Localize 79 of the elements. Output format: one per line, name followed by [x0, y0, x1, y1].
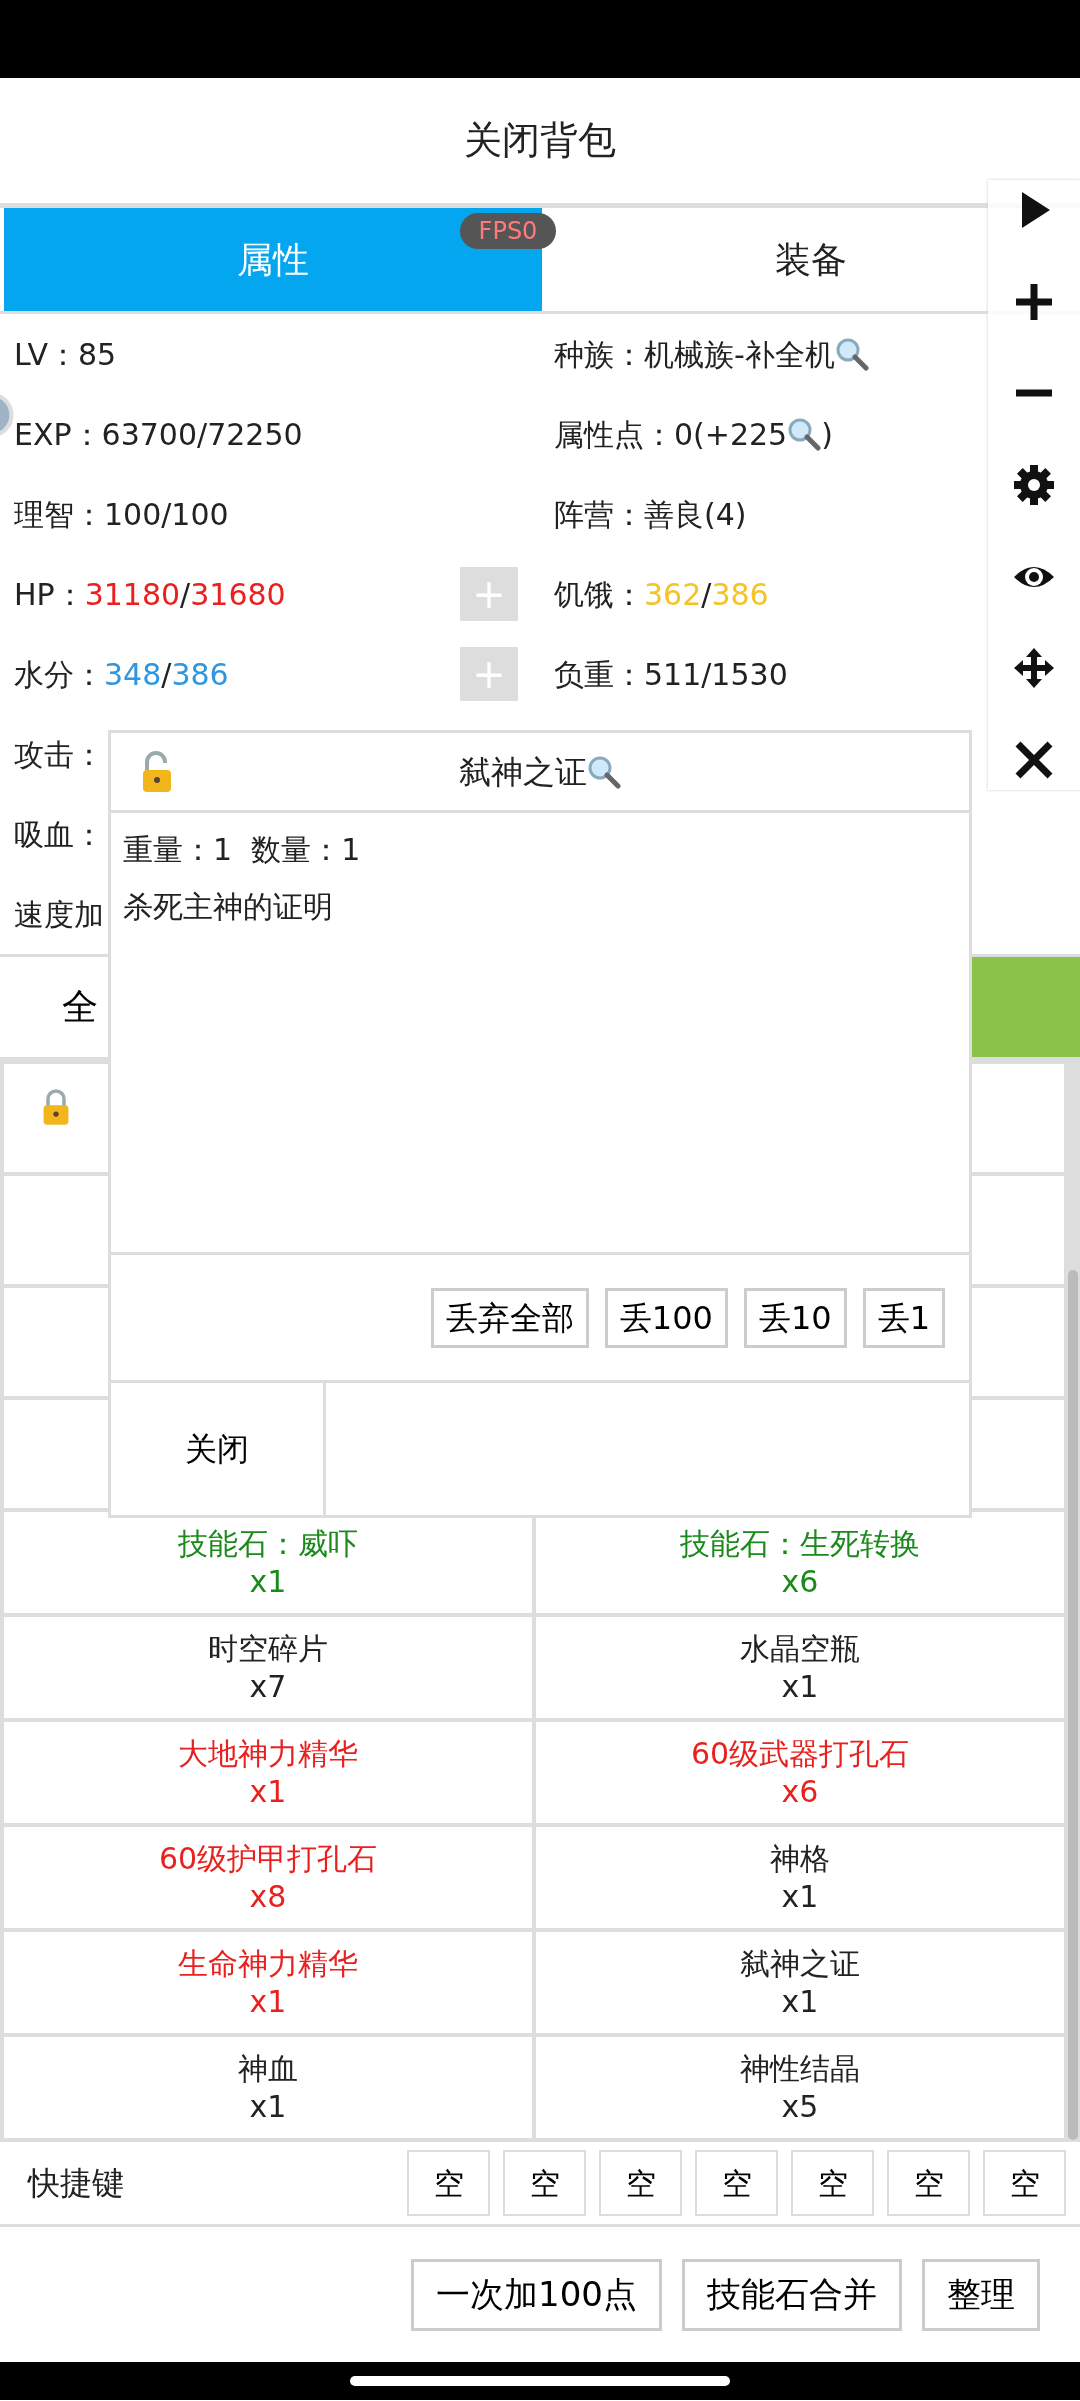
stat-label: HP：: [14, 575, 85, 614]
item-count: x1: [781, 1877, 819, 1915]
quick-key-slot[interactable]: 空: [407, 2150, 490, 2216]
stat-label: 攻击：: [14, 735, 104, 774]
item-name[interactable]: 60级护甲打孔石: [158, 1840, 378, 1878]
item-name[interactable]: 神格: [770, 1840, 830, 1878]
magnifier-icon[interactable]: [587, 754, 621, 789]
stat-label: 属性点：: [554, 415, 674, 454]
stat-label: 阵营：: [554, 495, 644, 534]
action-button[interactable]: 技能石合并: [682, 2258, 902, 2331]
stat-value: 63700/72250: [101, 415, 303, 454]
stat-value: 31180: [84, 575, 181, 614]
item-name[interactable]: 技能石：生死转换: [680, 1525, 920, 1563]
item-name[interactable]: 水晶空瓶: [740, 1630, 860, 1668]
quick-key-slot[interactable]: 空: [791, 2150, 874, 2216]
drop-button[interactable]: 丢100: [604, 1287, 728, 1348]
stat-value: 362: [644, 575, 702, 614]
stat-value: /: [701, 575, 712, 614]
item-count: x7: [249, 1667, 287, 1705]
stat-value: ): [821, 415, 833, 454]
stat-value: 386: [711, 575, 769, 614]
stat-label: 速度加: [14, 895, 104, 934]
drop-button[interactable]: 丢1: [862, 1287, 945, 1348]
quick-key-slot[interactable]: 空: [599, 2150, 682, 2216]
stat-label: 饥饿：: [554, 575, 644, 614]
settings-icon[interactable]: [1012, 462, 1056, 507]
magnifier-icon[interactable]: [834, 337, 869, 371]
item-count: x1: [249, 1772, 287, 1810]
quick-keys-label: 快捷键: [28, 2163, 124, 2204]
quick-key-slot[interactable]: 空: [695, 2150, 778, 2216]
item-count: x5: [781, 2087, 819, 2125]
item-count: x1: [781, 1982, 819, 2020]
item-name[interactable]: 生命神力精华: [178, 1945, 358, 1983]
close-bag-title[interactable]: 关闭背包: [464, 112, 616, 169]
action-button[interactable]: 整理: [922, 2258, 1040, 2331]
item-name[interactable]: 弑神之证: [740, 1945, 860, 1983]
stat-label: 负重：: [554, 655, 644, 694]
stat-value: 511/1530: [644, 655, 788, 694]
stat-label: 种族：: [554, 335, 644, 374]
stat-label: 吸血：: [14, 815, 104, 854]
stat-value: 善良(4): [644, 495, 747, 534]
quick-key-slot[interactable]: 空: [887, 2150, 970, 2216]
item-count: x6: [781, 1772, 819, 1810]
item-count: x8: [249, 1877, 287, 1915]
item-count: x1: [249, 2087, 287, 2125]
stat-value: 机械族-补全机: [644, 335, 835, 374]
fps-badge: FPS0: [460, 213, 556, 249]
stat-value: 348: [104, 655, 162, 694]
stat-label: 理智：: [14, 495, 104, 534]
stat-value: 85: [77, 335, 117, 374]
drop-button[interactable]: 丢10: [743, 1287, 847, 1348]
item-name[interactable]: 60级武器打孔石: [690, 1735, 910, 1773]
item-count: x6: [781, 1562, 819, 1600]
action-button[interactable]: 一次加100点: [411, 2258, 662, 2331]
quick-key-slot[interactable]: 空: [983, 2150, 1066, 2216]
item-name[interactable]: 神性结晶: [740, 2050, 860, 2088]
stat-value: 31680: [190, 575, 286, 614]
scrollbar[interactable]: [1068, 1270, 1078, 2140]
stat-label: LV：: [14, 335, 78, 374]
quick-key-slot[interactable]: 空: [503, 2150, 586, 2216]
stat-value: /: [161, 655, 172, 694]
item-count: x1: [249, 1982, 287, 2020]
item-name[interactable]: 神血: [238, 2050, 298, 2088]
item-name[interactable]: 技能石：威吓: [178, 1525, 358, 1563]
stat-label: EXP：: [14, 415, 102, 454]
stat-label: 水分：: [14, 655, 104, 694]
dialog-title: 弑神之证: [459, 751, 587, 793]
item-count: x1: [781, 1667, 819, 1705]
item-count: x1: [249, 1562, 287, 1600]
dialog-text: 重量：1 数量：1: [123, 831, 362, 869]
stat-value: 100/100: [104, 495, 229, 534]
drop-button[interactable]: 丢弃全部: [430, 1287, 589, 1348]
stat-value: 386: [171, 655, 229, 694]
item-name[interactable]: 时空碎片: [208, 1630, 328, 1668]
magnifier-icon[interactable]: [787, 417, 822, 451]
item-name[interactable]: 大地神力精华: [178, 1735, 358, 1773]
stat-value: 0(+225: [674, 415, 788, 454]
dialog-text: 杀死主神的证明: [123, 888, 334, 926]
stat-value: /: [180, 575, 191, 614]
